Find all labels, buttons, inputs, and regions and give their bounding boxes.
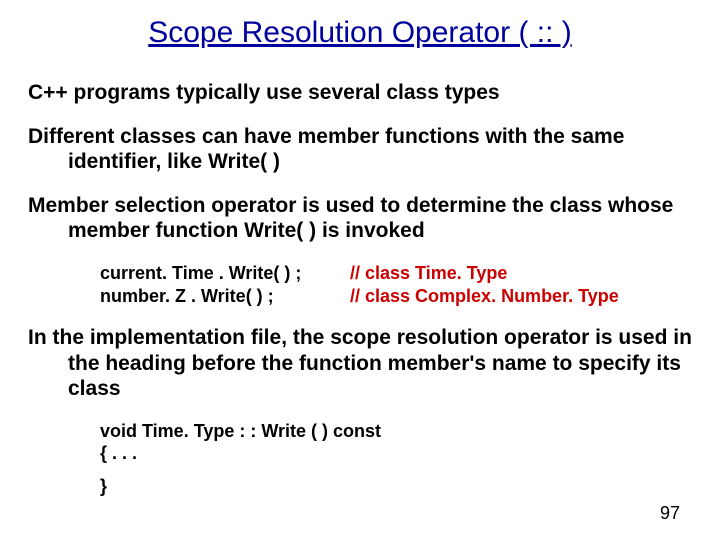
code-line: } <box>100 475 692 498</box>
slide: Scope Resolution Operator ( :: ) C++ pro… <box>0 0 720 540</box>
code-row: current. Time . Write( ) ; // class Time… <box>100 262 692 285</box>
paragraph-4: In the implementation file, the scope re… <box>28 325 692 402</box>
code-block-2: void Time. Type : : Write ( ) const { . … <box>100 420 692 498</box>
slide-title: Scope Resolution Operator ( :: ) <box>28 16 692 50</box>
code-row: number. Z . Write( ) ; // class Complex.… <box>100 285 692 308</box>
paragraph-2: Different classes can have member functi… <box>28 124 692 175</box>
code-line: { . . . <box>100 442 692 465</box>
code-text: number. Z . Write( ) ; <box>100 285 350 308</box>
paragraph-3: Member selection operator is used to det… <box>28 193 692 244</box>
paragraph-1: C++ programs typically use several class… <box>28 80 692 106</box>
code-line: void Time. Type : : Write ( ) const <box>100 420 692 443</box>
page-number: 97 <box>660 503 680 524</box>
code-text: current. Time . Write( ) ; <box>100 262 350 285</box>
code-spacer <box>100 465 692 475</box>
code-block-1: current. Time . Write( ) ; // class Time… <box>100 262 692 307</box>
slide-body: C++ programs typically use several class… <box>28 80 692 497</box>
code-comment: // class Time. Type <box>350 262 507 285</box>
code-comment: // class Complex. Number. Type <box>350 285 619 308</box>
